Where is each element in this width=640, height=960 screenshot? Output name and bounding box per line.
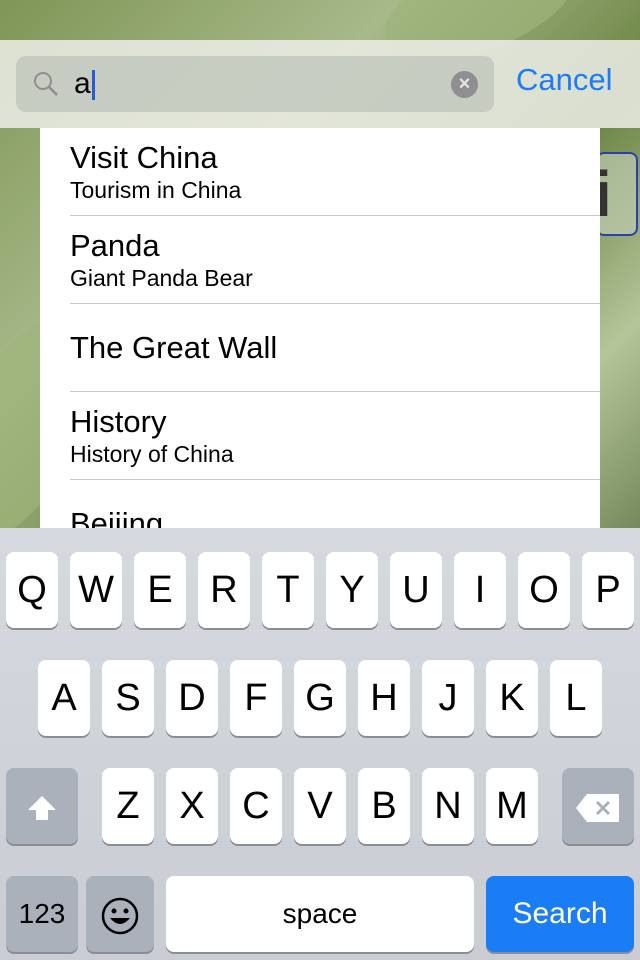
search-key[interactable]: Search <box>486 876 634 952</box>
key-t[interactable]: T <box>262 552 314 628</box>
result-subtitle: History of China <box>70 441 234 467</box>
result-title: The Great Wall <box>70 330 278 365</box>
search-bar: a × Cancel <box>0 40 640 128</box>
search-input[interactable]: a × <box>16 56 494 112</box>
text-caret <box>91 70 95 101</box>
result-title: History <box>70 404 167 439</box>
key-g[interactable]: G <box>294 660 346 736</box>
key-q[interactable]: Q <box>6 552 58 628</box>
key-c[interactable]: C <box>230 768 282 844</box>
key-f[interactable]: F <box>230 660 282 736</box>
result-title: Beijing <box>70 506 164 528</box>
key-p[interactable]: P <box>582 552 634 628</box>
key-o[interactable]: O <box>518 552 570 628</box>
key-i[interactable]: I <box>454 552 506 628</box>
info-button[interactable]: i <box>596 152 638 236</box>
key-w[interactable]: W <box>70 552 122 628</box>
result-subtitle: Giant Panda Bear <box>70 265 253 291</box>
search-results-list: Visit China Tourism in China Panda Giant Pa… <box>40 128 600 528</box>
key-z[interactable]: Z <box>102 768 154 844</box>
key-k[interactable]: K <box>486 660 538 736</box>
clear-icon[interactable]: × <box>451 71 478 98</box>
emoji-icon <box>101 897 139 935</box>
key-v[interactable]: V <box>294 768 346 844</box>
key-u[interactable]: U <box>390 552 442 628</box>
numbers-key[interactable]: 123 <box>6 876 78 952</box>
keyboard: Q W E R T Y U I O P A S D F G H J K L Z X C V B N M 123 space Search <box>0 528 640 960</box>
key-e[interactable]: E <box>134 552 186 628</box>
key-a[interactable]: A <box>38 660 90 736</box>
result-row[interactable]: Visit China Tourism in China <box>40 128 600 216</box>
key-n[interactable]: N <box>422 768 474 844</box>
shift-icon <box>28 795 56 820</box>
emoji-key[interactable] <box>86 876 154 952</box>
key-h[interactable]: H <box>358 660 410 736</box>
key-m[interactable]: M <box>486 768 538 844</box>
result-title: Visit China <box>70 140 218 175</box>
result-title: Panda <box>70 228 160 263</box>
space-key[interactable]: space <box>166 876 474 952</box>
key-s[interactable]: S <box>102 660 154 736</box>
key-y[interactable]: Y <box>326 552 378 628</box>
key-j[interactable]: J <box>422 660 474 736</box>
result-row[interactable]: History History of China <box>40 392 600 480</box>
result-row[interactable]: The Great Wall <box>40 304 600 392</box>
search-value: a <box>74 67 91 100</box>
key-r[interactable]: R <box>198 552 250 628</box>
shift-key[interactable] <box>6 768 78 844</box>
key-b[interactable]: B <box>358 768 410 844</box>
search-icon <box>34 72 58 96</box>
cancel-button[interactable]: Cancel <box>516 62 613 98</box>
key-x[interactable]: X <box>166 768 218 844</box>
backspace-icon <box>576 793 619 822</box>
key-d[interactable]: D <box>166 660 218 736</box>
delete-key[interactable] <box>562 768 634 844</box>
result-row[interactable]: Panda Giant Panda Bear <box>40 216 600 304</box>
result-row[interactable]: Beijing <box>40 480 600 528</box>
key-l[interactable]: L <box>550 660 602 736</box>
result-subtitle: Tourism in China <box>70 177 242 203</box>
